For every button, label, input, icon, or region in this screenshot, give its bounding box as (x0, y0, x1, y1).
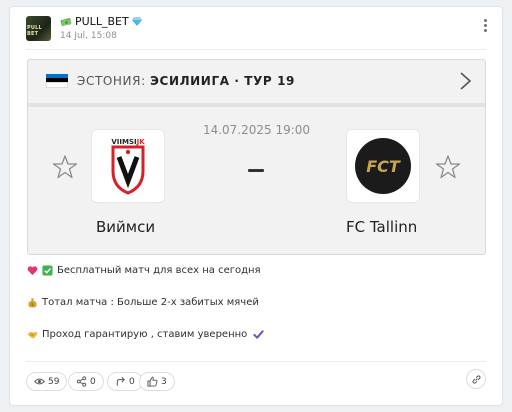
channel-name: PULL_BET (75, 15, 129, 28)
copy-link-button[interactable] (466, 369, 486, 389)
share-icon (76, 376, 87, 387)
post-timestamp: 14 Jul, 15:08 (60, 31, 117, 41)
post-card: PULL BET PULL_BET 14 Jul, 15:08 ЭСТОНИЯ:… (9, 6, 503, 406)
text-line-1-label: Бесплатный матч для всех на сегодня (57, 265, 261, 276)
channel-name-row[interactable]: PULL_BET (60, 15, 142, 28)
match-league-title: ЭСТОНИЯ: ЭСИЛИИГА · ТУР 19 (77, 74, 295, 88)
text-line-3-label: Проход гарантирую , ставим уверенно (42, 329, 248, 340)
like-button[interactable]: 3 (139, 372, 175, 391)
svg-text:FCT: FCT (366, 157, 401, 176)
views-count: 59 (48, 376, 60, 387)
match-header[interactable]: ЭСТОНИЯ: ЭСИЛИИГА · ТУР 19 (28, 60, 485, 102)
favorite-home-star-icon[interactable] (52, 154, 78, 180)
text-line-2-label: Тотал матча : Больше 2-х забитых мячей (42, 297, 259, 308)
avatar-text: PULL BET (27, 25, 42, 37)
money-icon (60, 17, 72, 26)
divider (28, 103, 485, 107)
more-options-icon[interactable] (484, 19, 488, 33)
away-team-name: FC Tallinn (346, 218, 418, 236)
divider (26, 49, 486, 50)
forward-icon (116, 377, 125, 386)
thumbs-up-icon (147, 376, 158, 387)
chevron-right-icon[interactable] (455, 71, 475, 91)
home-team-logo: VIIMSIJK (91, 129, 165, 203)
eye-icon (34, 378, 45, 385)
shares-count: 0 (90, 376, 96, 387)
league-label: ЭСИЛИИГА · ТУР 19 (150, 74, 296, 88)
check-mark-icon (42, 265, 53, 276)
money-bag-icon: $ (28, 298, 37, 308)
away-team-logo: FCT (346, 129, 420, 203)
share-button[interactable]: 0 (68, 372, 104, 391)
forward-button[interactable]: 0 (107, 372, 143, 391)
diamond-icon (131, 17, 142, 26)
channel-avatar[interactable]: PULL BET (26, 16, 51, 41)
forwards-count: 0 (129, 376, 135, 387)
fct-crest-icon: FCT (355, 138, 411, 194)
heavy-check-icon (253, 330, 264, 339)
link-icon (471, 374, 481, 384)
estonia-flag-icon (46, 74, 68, 88)
match-widget[interactable]: ЭСТОНИЯ: ЭСИЛИИГА · ТУР 19 VIIMSIJK Вийм… (27, 59, 486, 255)
viimsi-crest-icon: VIIMSIJK (111, 138, 145, 195)
score-dash (248, 169, 264, 172)
text-line-1: Бесплатный матч для всех на сегодня (27, 265, 261, 276)
home-team-name: Виймси (96, 218, 156, 236)
views-counter: 59 (26, 372, 68, 391)
text-line-2: $ Тотал матча : Больше 2-х забитых мячей (27, 297, 259, 308)
divider (26, 361, 486, 362)
svg-text:$: $ (31, 302, 34, 308)
likes-count: 3 (161, 376, 167, 387)
svg-text:VIIMSIJK: VIIMSIJK (111, 138, 145, 146)
handshake-icon (27, 331, 38, 339)
heart-icon (27, 266, 38, 276)
text-line-3: Проход гарантирую , ставим уверенно (27, 329, 264, 340)
country-label: ЭСТОНИЯ: (77, 74, 146, 88)
favorite-away-star-icon[interactable] (435, 154, 461, 180)
